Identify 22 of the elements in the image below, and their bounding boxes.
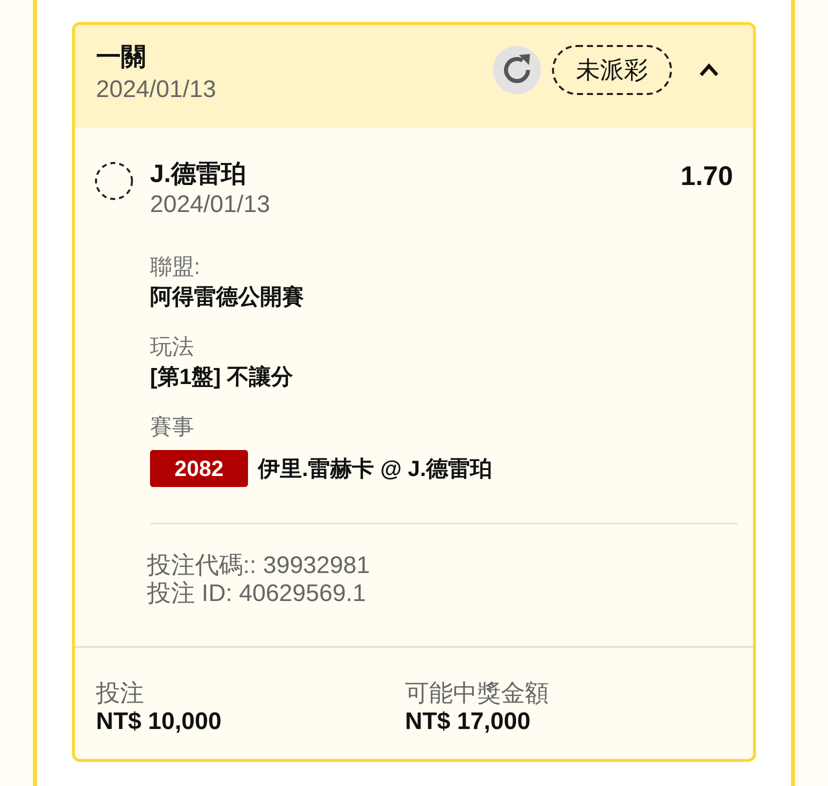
odds-value: 1.70 xyxy=(680,160,733,193)
bet-code-text: 投注代碼:: 39932981 xyxy=(147,552,371,580)
amount-label: 投注 xyxy=(96,680,145,708)
amount-label: 可能中獎金額 xyxy=(405,680,550,708)
bet-type-title: 一關 xyxy=(96,42,147,73)
selection-name: J.德雷珀 xyxy=(150,159,247,190)
detail-label: 賽事 xyxy=(150,413,195,441)
bet-code-text: 投注 ID: 40629569.1 xyxy=(147,580,367,608)
event-number-badge: 2082 xyxy=(150,450,248,487)
dashed-circle-icon xyxy=(94,161,134,201)
refresh-icon[interactable] xyxy=(493,46,541,94)
selection-date: 2024/01/13 xyxy=(150,190,272,220)
bet-date: 2024/01/13 xyxy=(96,75,218,105)
amount-value: NT$ 17,000 xyxy=(405,708,532,736)
event-name: 伊里.雷赫卡 @ J.德雷珀 xyxy=(258,454,492,482)
amount-value: NT$ 10,000 xyxy=(96,708,222,736)
detail-value: 阿得雷德公開賽 xyxy=(150,283,305,311)
detail-value: [第1盤] 不讓分 xyxy=(150,363,294,391)
detail-label: 聯盟: xyxy=(150,253,202,281)
chevron-up-icon[interactable] xyxy=(699,63,719,77)
status-tag: 未派彩 xyxy=(552,45,672,95)
detail-label: 玩法 xyxy=(150,333,195,361)
